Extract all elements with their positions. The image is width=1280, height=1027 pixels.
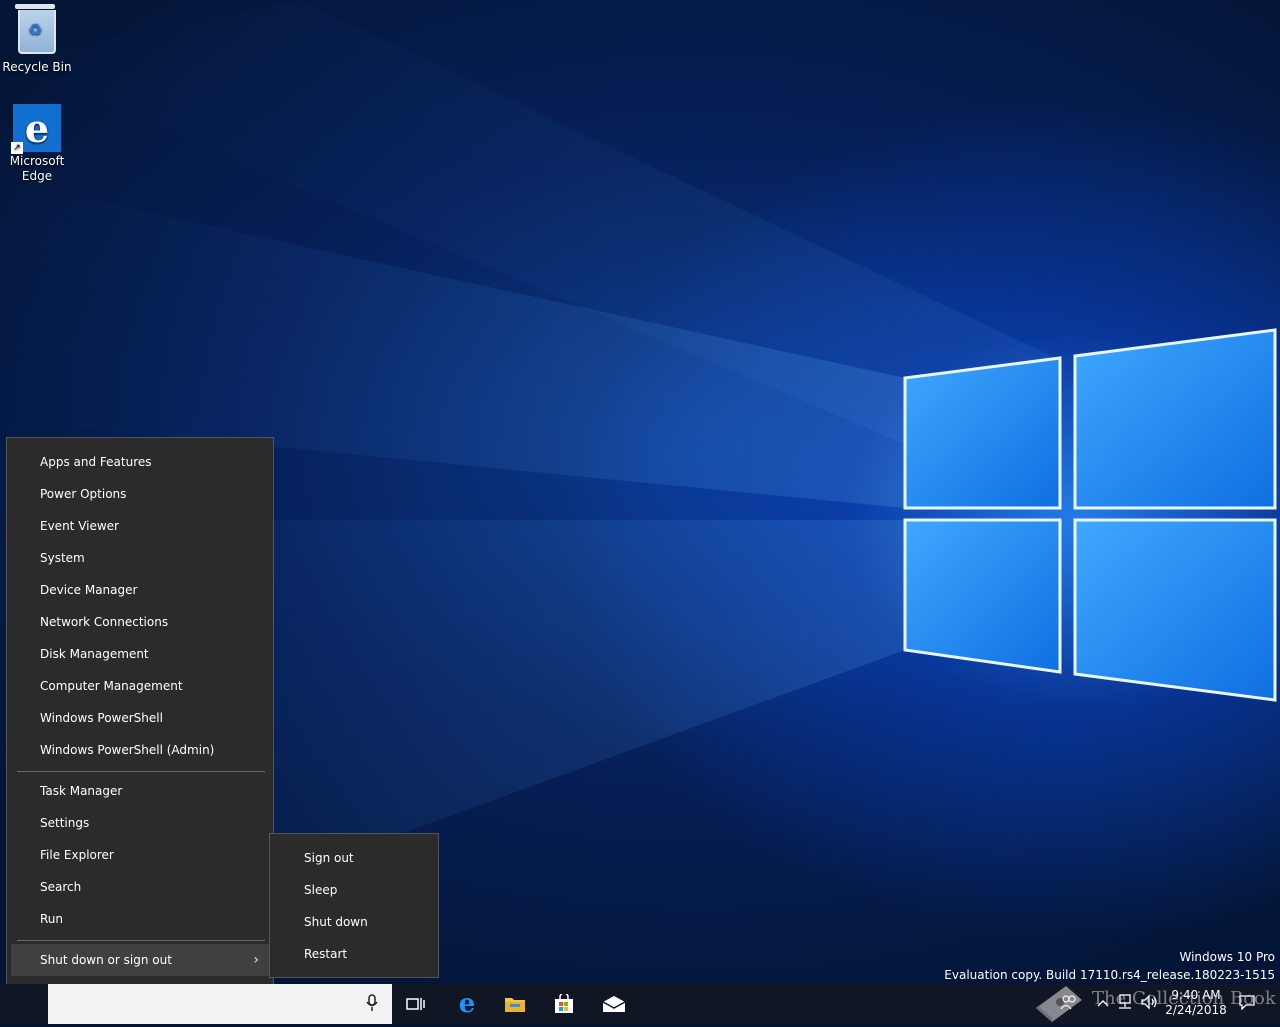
chevron-right-icon: ›	[253, 952, 259, 968]
power-user-menu: Apps and Features Power Options Event Vi…	[6, 437, 274, 1017]
store-icon[interactable]	[540, 984, 588, 1024]
menu-item-windows-powershell[interactable]: Windows PowerShell	[7, 702, 273, 734]
microsoft-edge-shortcut[interactable]: e ↗ Microsoft Edge	[1, 104, 73, 184]
menu-item-power-options[interactable]: Power Options	[7, 478, 273, 510]
windows-edition-text: Windows 10 Pro	[1179, 950, 1275, 964]
menu-item-search[interactable]: Search	[7, 871, 273, 903]
book-logo-icon	[1036, 986, 1082, 1022]
edge-icon: e ↗	[11, 104, 61, 154]
submenu-item-sleep[interactable]: Sleep	[270, 874, 438, 906]
menu-item-computer-management[interactable]: Computer Management	[7, 670, 273, 702]
submenu-item-sign-out[interactable]: Sign out	[270, 842, 438, 874]
microsoft-edge-label: Microsoft Edge	[9, 154, 65, 183]
shortcut-arrow-icon: ↗	[11, 142, 23, 154]
cortana-search-box[interactable]	[48, 984, 392, 1024]
file-explorer-icon[interactable]	[491, 984, 539, 1024]
menu-item-device-manager[interactable]: Device Manager	[7, 574, 273, 606]
mail-icon[interactable]	[590, 984, 638, 1024]
menu-item-apps-and-features[interactable]: Apps and Features	[7, 446, 273, 478]
menu-item-run[interactable]: Run	[7, 903, 273, 935]
menu-item-file-explorer[interactable]: File Explorer	[7, 839, 273, 871]
menu-item-network-connections[interactable]: Network Connections	[7, 606, 273, 638]
menu-item-windows-powershell-admin[interactable]: Windows PowerShell (Admin)	[7, 734, 273, 766]
watermark-logo-text: The Collection Book	[1092, 988, 1276, 1009]
recycle-bin-icon[interactable]: ♻ Recycle Bin	[1, 4, 73, 75]
menu-item-event-viewer[interactable]: Event Viewer	[7, 510, 273, 542]
menu-item-system[interactable]: System	[7, 542, 273, 574]
microphone-icon[interactable]	[362, 994, 382, 1014]
edge-icon[interactable]: e	[443, 984, 491, 1024]
submenu-item-shut-down[interactable]: Shut down	[270, 906, 438, 938]
menu-item-settings[interactable]: Settings	[7, 807, 273, 839]
menu-item-shut-down-or-sign-out[interactable]: Shut down or sign out ›	[11, 944, 269, 976]
collection-book-watermark: The Collection Book	[1030, 978, 1276, 1024]
menu-item-shut-down-label: Shut down or sign out	[40, 953, 172, 967]
task-view-icon[interactable]	[392, 984, 440, 1024]
menu-item-disk-management[interactable]: Disk Management	[7, 638, 273, 670]
recycle-bin-label: Recycle Bin	[2, 60, 72, 74]
menu-item-task-manager[interactable]: Task Manager	[7, 775, 273, 807]
submenu-item-restart[interactable]: Restart	[270, 938, 438, 970]
menu-separator	[17, 771, 265, 772]
recycle-bin-glyph-icon: ♻	[13, 4, 61, 58]
menu-separator	[17, 940, 265, 941]
shutdown-submenu: Sign out Sleep Shut down Restart	[269, 833, 439, 978]
